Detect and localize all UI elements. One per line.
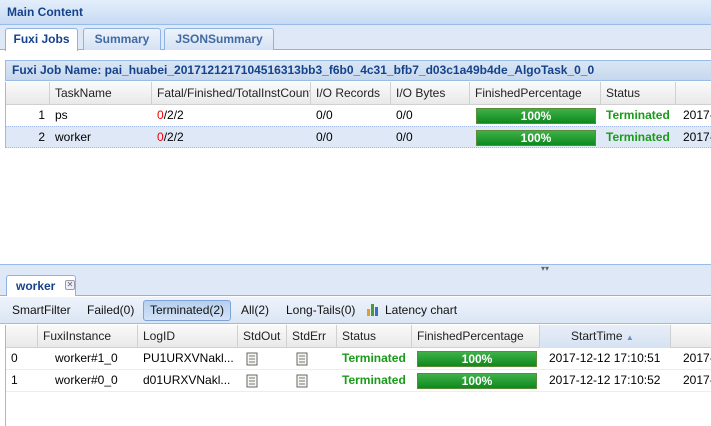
end-time: 2017- bbox=[683, 351, 711, 365]
col-stdout[interactable]: StdOut bbox=[238, 325, 287, 348]
task-time: 2017- bbox=[683, 108, 711, 122]
instances-grid-header: FuxiInstance LogID StdOut StdErr Status … bbox=[6, 325, 711, 348]
latency-chart-label: Latency chart bbox=[385, 303, 458, 317]
col-starttime-label: StartTime bbox=[571, 329, 623, 343]
row-index: 2 bbox=[38, 130, 45, 144]
failed-filter-button[interactable]: Failed(0) bbox=[81, 300, 140, 321]
tasks-grid-header: TaskName Fatal/Finished/TotalInstCount I… bbox=[6, 82, 711, 105]
col-finished-percentage[interactable]: FinishedPercentage bbox=[470, 82, 601, 105]
stdout-document-icon[interactable] bbox=[246, 352, 258, 366]
col-starttime[interactable]: StartTime ▲ bbox=[540, 325, 671, 348]
stderr-document-icon[interactable] bbox=[296, 352, 308, 366]
start-time: 2017-12-12 17:10:51 bbox=[549, 351, 661, 365]
fuxi-instance: worker#0_0 bbox=[55, 373, 118, 387]
task-time: 2017- bbox=[683, 130, 711, 144]
progress-bar: 100% bbox=[476, 108, 596, 124]
tab-worker-label: worker bbox=[16, 279, 56, 293]
fuxi-instance: worker#1_0 bbox=[55, 351, 118, 365]
io-bytes: 0/0 bbox=[396, 108, 413, 122]
stdout-document-icon[interactable] bbox=[246, 374, 258, 388]
col-io-bytes[interactable]: I/O Bytes bbox=[391, 82, 470, 105]
finished-total-count: /2/2 bbox=[163, 108, 184, 122]
fatal-count: 0 bbox=[157, 108, 164, 122]
row-index: 0 bbox=[11, 351, 18, 365]
latency-chart-button[interactable]: Latency chart bbox=[361, 300, 463, 321]
task-name: ps bbox=[55, 108, 68, 122]
col-status[interactable]: Status bbox=[337, 325, 412, 348]
table-row[interactable]: 2 worker 0/2/2 0/0 0/0 100% Terminated 2… bbox=[6, 126, 711, 148]
col-status[interactable]: Status bbox=[601, 82, 676, 105]
log-id[interactable]: d01URXVNakl... bbox=[138, 370, 238, 391]
tasks-grid: TaskName Fatal/Finished/TotalInstCount I… bbox=[5, 82, 711, 148]
status-badge: Terminated bbox=[342, 373, 406, 387]
col-finished-percentage[interactable]: FinishedPercentage bbox=[412, 325, 540, 348]
table-row[interactable]: 1 worker#0_0 d01URXVNakl... Terminated 1… bbox=[6, 370, 711, 392]
table-row[interactable]: 1 ps 0/2/2 0/0 0/0 100% Terminated 2017- bbox=[6, 105, 711, 127]
stderr-document-icon[interactable] bbox=[296, 374, 308, 388]
status-badge: Terminated bbox=[606, 130, 670, 144]
col-stderr[interactable]: StdErr bbox=[287, 325, 337, 348]
all-filter-button[interactable]: All(2) bbox=[235, 300, 275, 321]
io-records: 0/0 bbox=[316, 108, 333, 122]
collapse-icon[interactable]: ▾▾ bbox=[541, 265, 557, 273]
col-logid[interactable]: LogID bbox=[138, 325, 238, 348]
smartfilter-button[interactable]: SmartFilter bbox=[6, 300, 77, 321]
instances-grid: FuxiInstance LogID StdOut StdErr Status … bbox=[5, 325, 711, 426]
task-counts: 0/2/2 bbox=[152, 105, 311, 126]
col-index bbox=[6, 325, 38, 348]
task-name: worker bbox=[55, 130, 92, 144]
log-id[interactable]: PU1URXVNakl... bbox=[138, 348, 238, 369]
task-counts: 0/2/2 bbox=[152, 127, 311, 148]
close-icon[interactable]: ✕ bbox=[65, 280, 75, 290]
col-taskname[interactable]: TaskName bbox=[50, 82, 152, 105]
col-extra[interactable] bbox=[676, 82, 711, 105]
status-badge: Terminated bbox=[606, 108, 670, 122]
fatal-count: 0 bbox=[157, 130, 164, 144]
main-tabstrip: Fuxi Jobs Summary JSONSummary bbox=[0, 25, 711, 51]
finished-total-count: /2/2 bbox=[163, 130, 184, 144]
panel-title: Main Content bbox=[0, 0, 711, 25]
col-endtime[interactable] bbox=[671, 325, 711, 348]
tab-fuxi-jobs[interactable]: Fuxi Jobs bbox=[5, 28, 78, 51]
progress-bar: 100% bbox=[417, 351, 537, 367]
col-index bbox=[6, 82, 50, 105]
start-time: 2017-12-12 17:10:52 bbox=[549, 373, 661, 387]
tab-summary[interactable]: Summary bbox=[83, 28, 161, 50]
longtails-filter-button[interactable]: Long-Tails(0) bbox=[280, 300, 361, 321]
tab-worker[interactable]: worker ✕ bbox=[6, 275, 76, 296]
io-bytes: 0/0 bbox=[396, 130, 413, 144]
col-fatal-finished-total[interactable]: Fatal/Finished/TotalInstCount bbox=[152, 82, 311, 105]
terminated-filter-button[interactable]: Terminated(2) bbox=[143, 300, 232, 321]
progress-bar: 100% bbox=[417, 373, 537, 389]
table-row[interactable]: 0 worker#1_0 PU1URXVNakl... Terminated 1… bbox=[6, 348, 711, 370]
io-records: 0/0 bbox=[316, 130, 333, 144]
job-name-header: Fuxi Job Name: pai_huabei_20171212171045… bbox=[5, 60, 711, 81]
panel-splitter[interactable]: ▾▾ bbox=[0, 264, 711, 273]
detail-tabstrip: worker ✕ bbox=[0, 273, 711, 296]
col-io-records[interactable]: I/O Records bbox=[311, 82, 391, 105]
tab-jsonsummary[interactable]: JSONSummary bbox=[164, 28, 274, 50]
bar-chart-icon bbox=[367, 302, 381, 316]
end-time: 2017- bbox=[683, 373, 711, 387]
detail-toolbar: SmartFilter Failed(0) Terminated(2) All(… bbox=[0, 297, 711, 324]
progress-bar: 100% bbox=[476, 130, 596, 146]
row-index: 1 bbox=[11, 373, 18, 387]
row-index: 1 bbox=[38, 108, 45, 122]
col-fuxi-instance[interactable]: FuxiInstance bbox=[38, 325, 138, 348]
sort-ascending-icon: ▲ bbox=[625, 333, 634, 342]
status-badge: Terminated bbox=[342, 351, 406, 365]
